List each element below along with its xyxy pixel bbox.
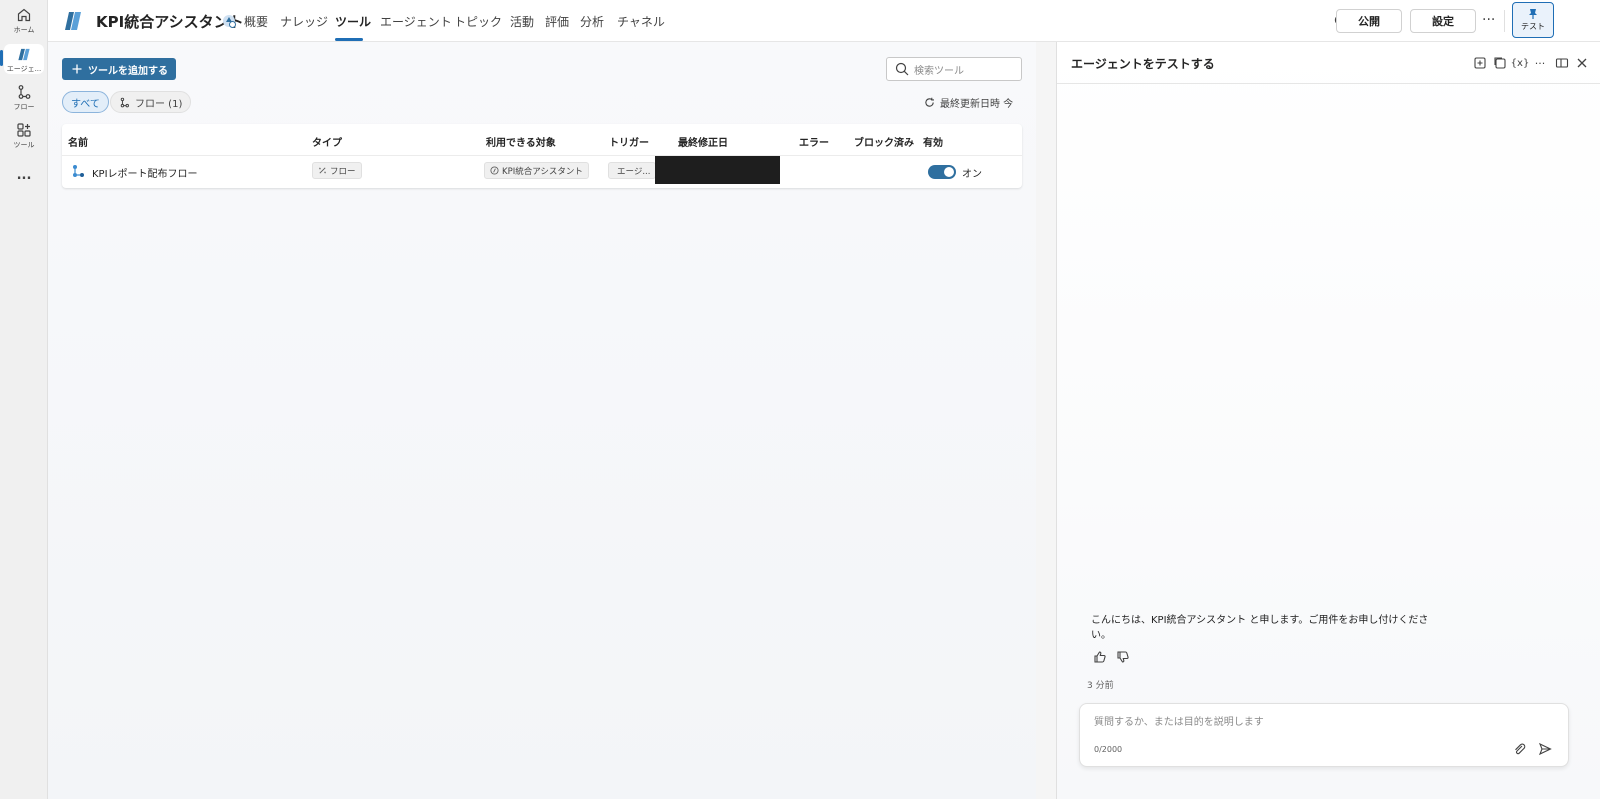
flow-icon: [120, 97, 129, 107]
tab-active-underline: [335, 38, 363, 41]
available-to-label: KPI統合アシスタント: [502, 166, 583, 177]
home-icon: [17, 8, 31, 22]
search-icon: [895, 62, 909, 76]
agent-status-icon[interactable]: [221, 13, 237, 29]
publish-button[interactable]: 公開: [1336, 9, 1402, 33]
char-count: 0/2000: [1094, 745, 1123, 754]
refresh-conversation-icon[interactable]: [1493, 56, 1507, 70]
redacted-modified-date: [655, 156, 780, 184]
filter-flow[interactable]: フロー (1): [110, 91, 192, 113]
rail-item-more[interactable]: ...: [0, 168, 48, 183]
send-icon[interactable]: [1538, 742, 1552, 756]
toolbar-divider: [1504, 10, 1505, 32]
column-header-enabled[interactable]: 有効: [923, 134, 943, 149]
rail-active-indicator: [0, 50, 3, 66]
plus-icon: [72, 64, 82, 74]
tab-channels[interactable]: チャネル: [617, 13, 665, 30]
header-divider: [62, 155, 1022, 156]
app-logo-icon: [65, 12, 81, 30]
enabled-toggle[interactable]: [928, 165, 956, 179]
tool-search-input[interactable]: 検索ツール: [886, 57, 1022, 81]
column-header-available-to[interactable]: 利用できる対象: [486, 134, 556, 149]
pin-icon: [1529, 9, 1537, 19]
type-chip-label: フロー: [330, 166, 356, 177]
filter-all[interactable]: すべて: [62, 91, 109, 113]
enabled-label: オン: [962, 169, 982, 180]
tab-activity[interactable]: 活動: [510, 13, 534, 30]
tab-analytics[interactable]: 分析: [580, 13, 604, 30]
top-bar: KPI統合アシスタント 概要 ナレッジ ツール エージェント トピック 活動 評…: [48, 0, 1600, 42]
rail-item-tools[interactable]: ツール: [0, 122, 48, 150]
test-button-label: テスト: [1521, 22, 1545, 31]
rail-item-agent[interactable]: エージェ...: [4, 44, 44, 74]
flow-tool-icon: [73, 165, 84, 177]
column-header-trigger[interactable]: トリガー: [609, 134, 649, 149]
add-tool-label: ツールを追加する: [88, 65, 168, 77]
column-header-modified[interactable]: 最終修正日: [678, 134, 728, 149]
add-tool-button[interactable]: ツールを追加する: [62, 58, 176, 80]
tab-topics[interactable]: トピック: [454, 13, 502, 30]
more-icon: ...: [16, 168, 32, 183]
left-rail: ホーム エージェ... フロー ツール ...: [0, 0, 48, 799]
test-agent-panel: エージェントをテストする {x} ··· こんにちは、KPI統合アシスタント と…: [1056, 42, 1600, 799]
column-header-blocked[interactable]: ブロック済み: [854, 134, 914, 149]
thumbs-down-icon[interactable]: [1116, 650, 1130, 664]
settings-button[interactable]: 設定: [1410, 9, 1476, 33]
rail-item-label: フロー: [13, 103, 35, 111]
agent-icon: [490, 166, 499, 175]
more-options-icon[interactable]: ···: [1533, 56, 1547, 70]
thumbs-up-icon[interactable]: [1093, 650, 1107, 664]
rail-item-label: エージェ...: [6, 65, 42, 73]
search-placeholder: 検索ツール: [914, 65, 964, 77]
new-chat-icon[interactable]: [1473, 56, 1487, 70]
tools-page: ツールを追加する 検索ツール すべて フロー (1) 最終更新日時 今 名前 タ…: [48, 42, 1036, 799]
tools-table: 名前 タイプ 利用できる対象 トリガー 最終修正日 エラー ブロック済み 有効 …: [62, 124, 1022, 188]
message-timestamp: 3 分前: [1087, 681, 1114, 691]
refresh-label: 最終更新日時 今: [940, 99, 1014, 110]
filter-flow-label: フロー (1): [135, 98, 183, 110]
chat-composer[interactable]: 質問するか、または目的を説明します 0/2000: [1079, 703, 1569, 767]
rail-item-label: ツール: [13, 141, 35, 149]
more-options-icon[interactable]: ···: [1482, 12, 1495, 28]
tab-agents[interactable]: エージェント: [380, 13, 452, 30]
type-chip: フロー: [312, 162, 362, 179]
variables-icon[interactable]: {x}: [1511, 56, 1530, 70]
trigger-label: エージ...: [617, 166, 651, 177]
tab-tools[interactable]: ツール: [335, 13, 371, 30]
bot-message: こんにちは、KPI統合アシスタント と申します。ご用件をお申し付けください。: [1091, 615, 1429, 641]
column-header-type[interactable]: タイプ: [312, 134, 342, 149]
rail-item-flow[interactable]: フロー: [0, 84, 48, 112]
column-header-errors[interactable]: エラー: [799, 134, 829, 149]
close-icon[interactable]: [1575, 56, 1589, 70]
trigger-chip: エージ...: [608, 162, 656, 179]
available-to-chip: KPI統合アシスタント: [484, 162, 589, 179]
tool-name-link[interactable]: KPIレポート配布フロー: [92, 165, 198, 180]
tab-evaluation[interactable]: 評価: [545, 13, 569, 30]
link-icon: [319, 167, 326, 174]
tab-overview[interactable]: 概要: [244, 13, 268, 30]
test-button[interactable]: テスト: [1512, 2, 1554, 38]
rail-item-home[interactable]: ホーム: [0, 7, 48, 35]
chat-input-placeholder: 質問するか、または目的を説明します: [1094, 717, 1264, 728]
tools-icon: [17, 123, 31, 137]
dock-panel-icon[interactable]: [1555, 56, 1569, 70]
attach-icon[interactable]: [1512, 742, 1526, 756]
agent-icon: [18, 48, 30, 61]
column-header-name[interactable]: 名前: [68, 134, 88, 149]
panel-header: エージェントをテストする {x} ···: [1057, 42, 1600, 84]
rail-item-label: ホーム: [13, 26, 35, 34]
flow-icon: [18, 85, 31, 99]
tab-knowledge[interactable]: ナレッジ: [280, 13, 328, 30]
panel-title: エージェントをテストする: [1071, 57, 1215, 71]
refresh-status[interactable]: 最終更新日時 今: [924, 95, 1013, 110]
refresh-icon: [925, 97, 934, 107]
